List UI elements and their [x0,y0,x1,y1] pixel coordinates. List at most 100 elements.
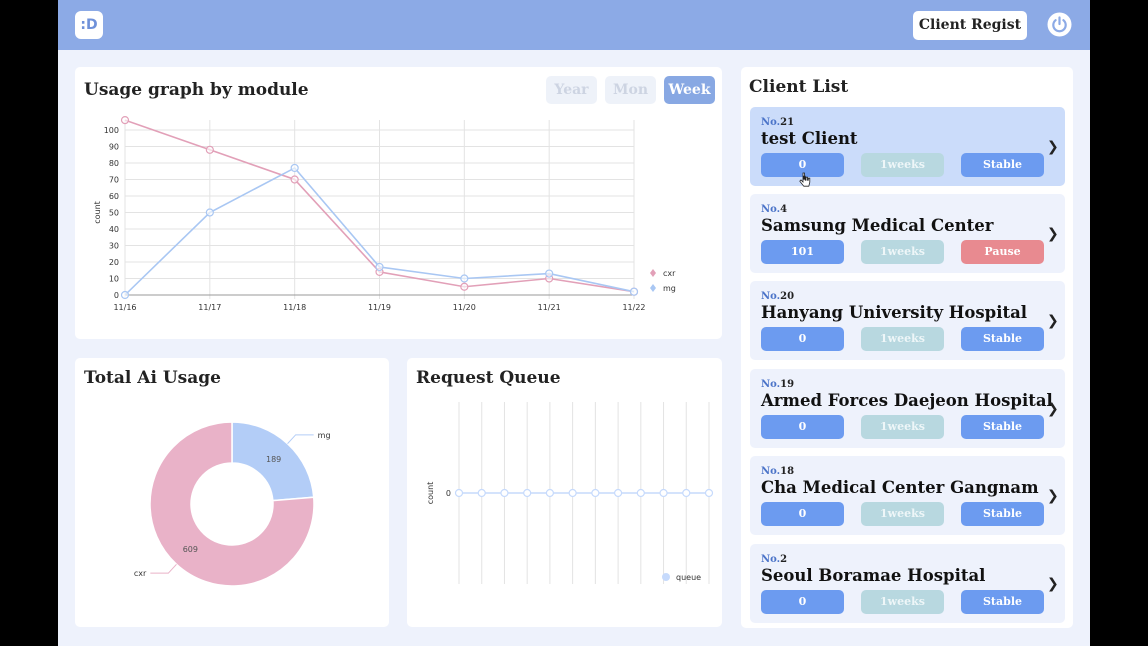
client-item[interactable]: No.4 Samsung Medical Center 101 1weeks P… [750,194,1065,273]
client-number: No.21 [761,117,795,128]
y-tick-label: 10 [109,275,119,284]
queue-data-point [454,488,464,498]
slice-name-label: cxr [134,569,147,578]
queue-data-point [477,488,486,498]
client-number: No.20 [761,291,795,302]
client-count-button[interactable]: 0 [761,415,844,439]
client-status-badge[interactable]: Stable [961,327,1044,351]
data-point-mg [205,208,214,217]
slice-name-label: mg [318,431,331,440]
client-number: No.2 [761,554,788,565]
client-number: No.18 [761,466,795,477]
client-period-badge: 1weeks [861,415,944,439]
client-name: Hanyang University Hospital [761,303,1028,322]
y-tick-label: 20 [109,258,119,267]
client-count-button[interactable]: 101 [761,240,844,264]
total-ai-usage-card: Total Ai Usage 189 mg 609 cxr [75,358,389,627]
x-tick-label: 11/16 [113,303,136,312]
queue-data-point [591,488,600,498]
client-name: Seoul Boramae Hospital [761,566,986,585]
client-count-button[interactable]: 0 [761,327,844,351]
queue-data-point [704,488,714,498]
request-queue-card: Request Queue 0 count queue [407,358,722,627]
mouse-cursor-icon [799,172,811,193]
data-point-cxr [205,145,214,154]
slice-value-label: 189 [266,455,281,464]
y-tick-label: 70 [109,176,119,185]
data-point-mg [629,287,639,296]
client-number: No.19 [761,379,795,390]
client-status-badge[interactable]: Stable [961,153,1044,177]
client-status-badge[interactable]: Stable [961,415,1044,439]
legend-marker-cxr [650,269,656,277]
client-period-badge: 1weeks [861,502,944,526]
y-tick-label: 50 [109,209,119,218]
top-bar: :D Client Regist [58,0,1090,50]
logo[interactable]: :D [75,11,103,39]
data-point-cxr [460,282,469,291]
chevron-right-icon[interactable]: ❯ [1047,313,1059,329]
chevron-right-icon[interactable]: ❯ [1047,401,1059,417]
legend-marker-mg [650,284,656,292]
queue-data-point [523,488,532,498]
client-period-badge: 1weeks [861,590,944,614]
queue-data-point [500,488,509,498]
power-icon[interactable] [1047,12,1072,37]
queue-data-point [682,488,691,498]
client-period-badge: 1weeks [861,153,944,177]
legend-marker-queue [662,573,670,581]
y-tick-label: 40 [109,225,119,234]
data-point-mg [545,269,554,278]
client-item[interactable]: No.20 Hanyang University Hospital 0 1wee… [750,281,1065,360]
data-point-mg [460,274,469,283]
queue-data-point [613,488,623,498]
client-status-badge[interactable]: Stable [961,502,1044,526]
client-period-badge: 1weeks [861,240,944,264]
client-status-badge[interactable]: Stable [961,590,1044,614]
client-name: Cha Medical Center Gangnam [761,478,1039,497]
y-tick-label: 0 [114,291,119,300]
client-status-badge[interactable]: Pause [961,240,1044,264]
client-number: No.4 [761,204,788,215]
data-point-cxr [120,115,130,125]
client-list-title: Client List [749,77,849,97]
slice-leader-line [150,563,177,574]
legend-label-mg: mg [663,284,676,293]
y-axis-label: count [426,482,435,505]
client-regist-button[interactable]: Client Regist [913,11,1027,40]
y-tick-label: 80 [109,159,119,168]
client-list-card: Client List No.21 test Client 0 1weeks S… [741,67,1073,628]
client-item[interactable]: No.21 test Client 0 1weeks Stable ❯ [750,107,1065,186]
chevron-right-icon[interactable]: ❯ [1047,488,1059,504]
usage-line-chart: 0 10 20 30 40 50 60 70 80 90 100 11/16 11/17 11/18 11/… [93,115,676,312]
data-point-mg [290,163,299,173]
x-tick-label: 11/22 [622,303,645,312]
queue-data-point [636,488,645,498]
y-tick-label: 100 [104,126,119,135]
data-point-mg [375,262,384,272]
y-axis-label: count [93,201,102,224]
chevron-right-icon[interactable]: ❯ [1047,226,1059,242]
client-count-button[interactable]: 0 [761,502,844,526]
client-name: test Client [761,129,858,148]
client-period-badge: 1weeks [861,327,944,351]
client-item[interactable]: No.19 Armed Forces Daejeon Hospital 0 1w… [750,369,1065,448]
client-name: Armed Forces Daejeon Hospital [761,391,1053,410]
client-item[interactable]: No.18 Cha Medical Center Gangnam 0 1week… [750,456,1065,535]
slice-value-label: 609 [183,545,198,554]
legend-label-queue: queue [676,573,701,582]
y-tick-label: 60 [109,192,119,201]
queue-data-point [659,488,668,498]
x-tick-label: 11/17 [198,303,221,312]
app-window: :D Client Regist Usage graph by module Y… [58,0,1090,646]
y-tick-label: 90 [109,143,119,152]
queue-data-point [545,488,555,498]
x-tick-label: 11/20 [453,303,476,312]
slice-leader-line [287,434,314,445]
chevron-right-icon[interactable]: ❯ [1047,139,1059,155]
client-item[interactable]: No.2 Seoul Boramae Hospital 0 1weeks Sta… [750,544,1065,623]
usage-graph-card: Usage graph by module Year Mon Week 0 10 2… [75,67,722,339]
x-tick-label: 11/19 [368,303,391,312]
client-count-button[interactable]: 0 [761,590,844,614]
chevron-right-icon[interactable]: ❯ [1047,576,1059,592]
